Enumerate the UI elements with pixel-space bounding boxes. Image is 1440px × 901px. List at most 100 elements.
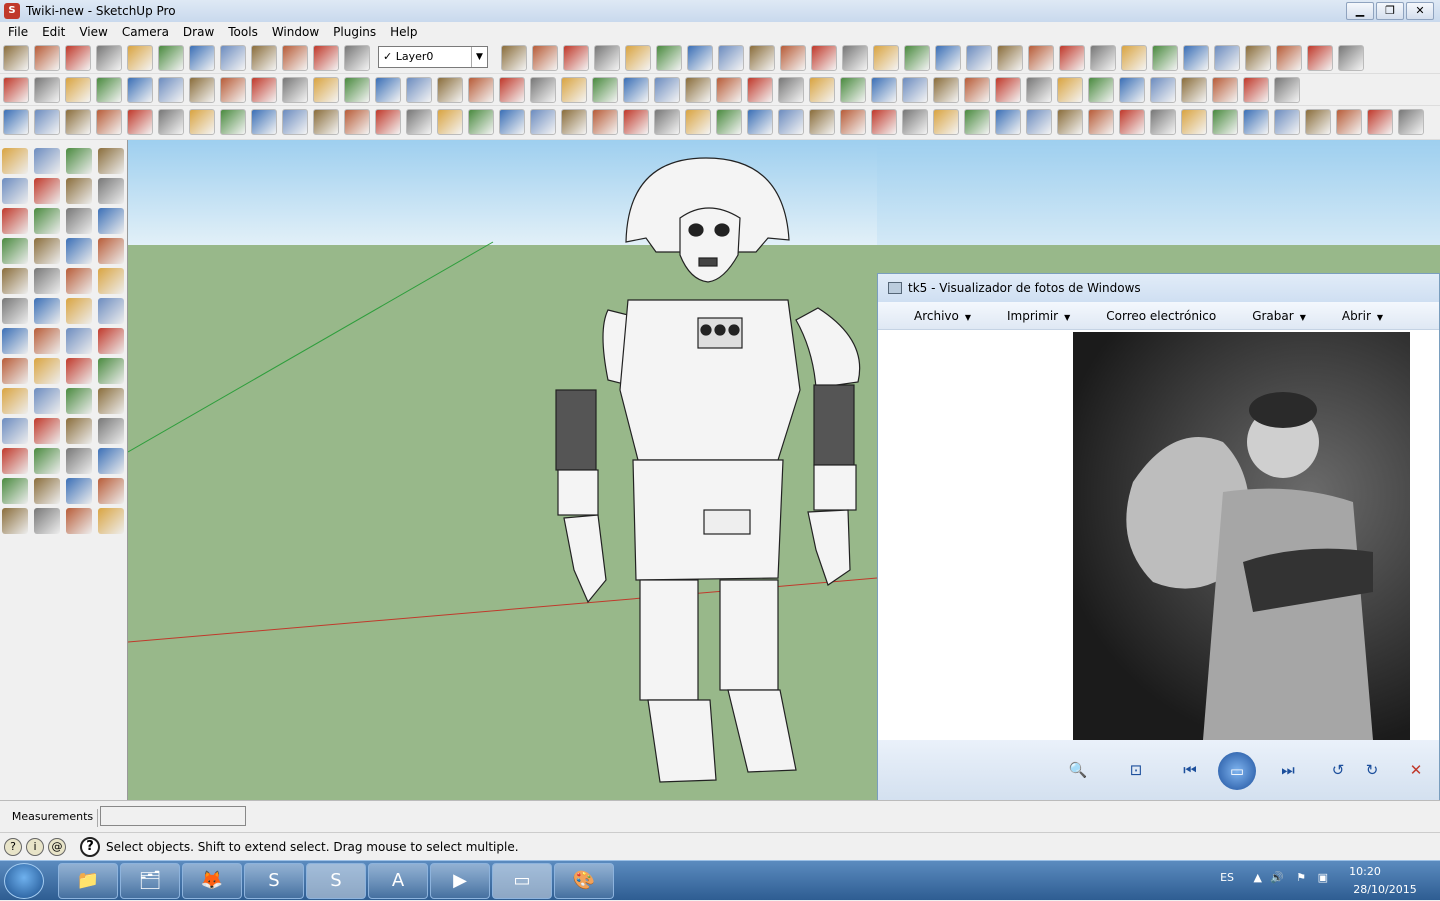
tool-palette-icon[interactable] (66, 448, 92, 474)
tool-palette-icon[interactable] (98, 238, 124, 264)
toolbar-tool-icon[interactable] (623, 77, 649, 103)
close-button[interactable]: ✕ (1406, 2, 1434, 20)
tool-palette-icon[interactable] (66, 328, 92, 354)
tool-palette-icon[interactable] (66, 268, 92, 294)
toolbar-tool-icon[interactable] (561, 77, 587, 103)
toolbar-tool-icon[interactable] (530, 109, 556, 135)
toolbar-tool-icon[interactable] (1244, 45, 1271, 71)
tool-palette-icon[interactable] (34, 148, 60, 174)
paint-icon[interactable]: 🎨 (554, 863, 614, 899)
menu-plugins[interactable]: Plugins (325, 25, 382, 39)
toolbar-tool-icon[interactable] (1305, 109, 1331, 135)
toolbar-tool-icon[interactable] (1212, 77, 1238, 103)
toolbar-tool-icon[interactable] (251, 109, 277, 135)
toolbar-tool-icon[interactable] (468, 109, 494, 135)
toolbar-tool-icon[interactable] (189, 109, 215, 135)
toolbar-tool-icon[interactable] (1337, 45, 1364, 71)
tool-palette-icon[interactable] (66, 148, 92, 174)
tool-palette-icon[interactable] (34, 328, 60, 354)
toolbar-tool-icon[interactable] (220, 77, 246, 103)
menu-draw[interactable]: Draw (175, 25, 220, 39)
toolbar-tool-icon[interactable] (902, 77, 928, 103)
toolbar-tool-icon[interactable] (995, 109, 1021, 135)
toolbar-tool-icon[interactable] (1212, 109, 1238, 135)
toolbar-tool-icon[interactable] (1088, 109, 1114, 135)
menu-edit[interactable]: Edit (34, 25, 71, 39)
toolbar-tool-icon[interactable] (655, 45, 682, 71)
media-player-icon[interactable]: ▶ (430, 863, 490, 899)
toolbar-tool-icon[interactable] (282, 109, 308, 135)
tool-palette-icon[interactable] (66, 208, 92, 234)
toolbar-tool-icon[interactable] (562, 45, 589, 71)
toolbar-tool-icon[interactable] (282, 77, 308, 103)
toolbar-tool-icon[interactable] (313, 77, 339, 103)
toolbar-tool-icon[interactable] (375, 77, 401, 103)
toolbar-tool-icon[interactable] (593, 45, 620, 71)
toolbar-tool-icon[interactable] (778, 109, 804, 135)
language-indicator[interactable]: ES (1220, 871, 1234, 884)
toolbar-tool-icon[interactable] (313, 45, 339, 71)
toolbar-tool-icon[interactable] (65, 109, 91, 135)
viewer-menu-grabar[interactable]: Grabar ▼ (1234, 309, 1306, 323)
tool-palette-icon[interactable] (34, 178, 60, 204)
volume-icon[interactable]: 🔊 (1270, 871, 1284, 884)
tool-palette-icon[interactable] (34, 298, 60, 324)
toolbar-tool-icon[interactable] (1150, 109, 1176, 135)
toolbar-tool-icon[interactable] (624, 45, 651, 71)
tool-palette-icon[interactable] (34, 418, 60, 444)
toolbar-tool-icon[interactable] (127, 45, 153, 71)
network-icon[interactable]: ▣ (1318, 871, 1328, 884)
photo-viewer-window[interactable]: tk5 - Visualizador de fotos de Windows A… (877, 273, 1440, 802)
toolbar-tool-icon[interactable] (1181, 109, 1207, 135)
zoom-icon[interactable]: 🔍 (1066, 758, 1090, 782)
tool-palette-icon[interactable] (98, 178, 124, 204)
toolbar-tool-icon[interactable] (1306, 45, 1333, 71)
toolbar-tool-icon[interactable] (313, 109, 339, 135)
toolbar-tool-icon[interactable] (344, 77, 370, 103)
geo-location-icon[interactable]: ? (4, 837, 22, 856)
toolbar-tool-icon[interactable] (686, 45, 713, 71)
tool-palette-icon[interactable] (66, 238, 92, 264)
toolbar-tool-icon[interactable] (1274, 77, 1300, 103)
next-icon[interactable]: ⏭ (1276, 758, 1300, 782)
toolbar-tool-icon[interactable] (251, 45, 277, 71)
tool-palette-icon[interactable] (66, 478, 92, 504)
toolbar-tool-icon[interactable] (468, 77, 494, 103)
tool-palette-icon[interactable] (2, 178, 28, 204)
tool-palette-icon[interactable] (66, 418, 92, 444)
toolbar-tool-icon[interactable] (1120, 45, 1147, 71)
tool-palette-icon[interactable] (98, 208, 124, 234)
firefox-icon[interactable]: 🦊 (182, 863, 242, 899)
toolbar-tool-icon[interactable] (778, 77, 804, 103)
toolbar-tool-icon[interactable] (964, 77, 990, 103)
toolbar-tool-icon[interactable] (251, 77, 277, 103)
toolbar-tool-icon[interactable] (933, 109, 959, 135)
layout-icon[interactable]: A (368, 863, 428, 899)
tool-palette-icon[interactable] (66, 358, 92, 384)
toolbar-tool-icon[interactable] (592, 77, 618, 103)
menu-view[interactable]: View (71, 25, 113, 39)
tool-palette-icon[interactable] (98, 478, 124, 504)
tool-palette-icon[interactable] (66, 508, 92, 534)
toolbar-tool-icon[interactable] (747, 109, 773, 135)
action-center-icon[interactable]: ⚑ (1296, 871, 1306, 884)
toolbar-tool-icon[interactable] (1026, 109, 1052, 135)
menu-camera[interactable]: Camera (114, 25, 175, 39)
toolbar-tool-icon[interactable] (1058, 45, 1085, 71)
tool-palette-icon[interactable] (2, 508, 28, 534)
tool-palette-icon[interactable] (2, 298, 28, 324)
toolbar-tool-icon[interactable] (1088, 77, 1114, 103)
tool-palette-icon[interactable] (2, 478, 28, 504)
tool-palette-icon[interactable] (98, 358, 124, 384)
toolbar-tool-icon[interactable] (127, 77, 153, 103)
toolbar-tool-icon[interactable] (189, 45, 215, 71)
toolbar-tool-icon[interactable] (809, 77, 835, 103)
toolbar-tool-icon[interactable] (810, 45, 837, 71)
tool-palette-icon[interactable] (34, 238, 60, 264)
tool-palette-icon[interactable] (98, 148, 124, 174)
toolbar-tool-icon[interactable] (34, 109, 60, 135)
tool-palette-icon[interactable] (98, 418, 124, 444)
tool-palette-icon[interactable] (34, 478, 60, 504)
toolbar-tool-icon[interactable] (1398, 109, 1424, 135)
tool-palette-icon[interactable] (2, 268, 28, 294)
